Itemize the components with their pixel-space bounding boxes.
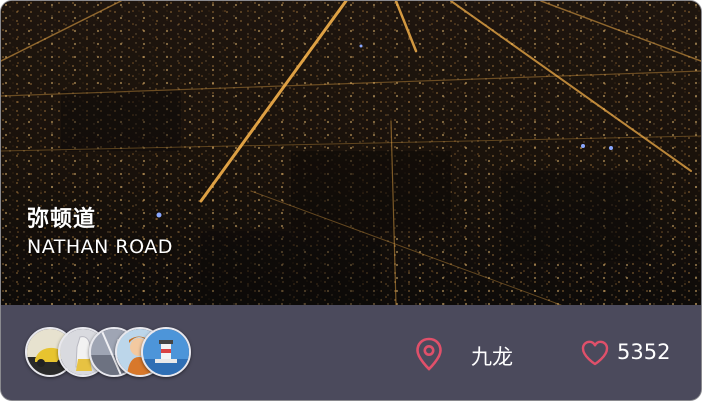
city-night-photo: 弥顿道 NATHAN ROAD [1, 1, 701, 305]
location-label: 九龙 [471, 345, 513, 369]
likes-count: 5352 [617, 340, 671, 364]
city-lights-image [1, 1, 701, 305]
place-name-english: NATHAN ROAD [27, 236, 173, 258]
place-card[interactable]: 弥顿道 NATHAN ROAD 九龙 5352 [0, 0, 702, 401]
location-pin-icon [416, 337, 442, 371]
place-name-chinese: 弥顿道 [27, 207, 97, 232]
lighthouse-avatar-icon[interactable] [141, 327, 191, 377]
heart-icon[interactable] [580, 339, 610, 367]
card-footer: 九龙 5352 [1, 305, 701, 400]
